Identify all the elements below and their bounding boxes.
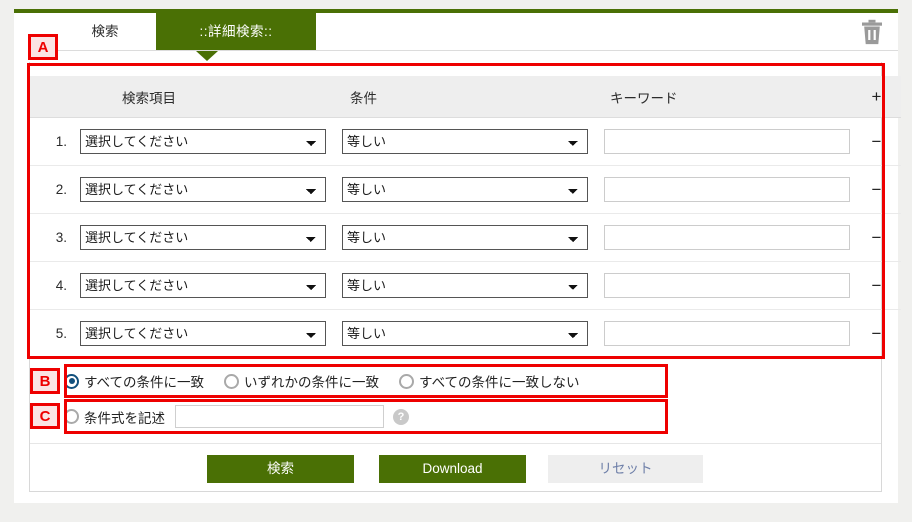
- expression-mode-option[interactable]: 条件式を記述: [64, 407, 165, 427]
- condition-select[interactable]: 等しい: [342, 273, 588, 298]
- criteria-table: 検索項目 条件 キーワード + 1. 選択してください 等しい −2. 選択してください…: [30, 76, 901, 358]
- field-select[interactable]: 選択してください: [80, 225, 326, 250]
- match-mode-option-all-label: すべての条件に一致: [84, 375, 205, 390]
- field-select[interactable]: 選択してください: [80, 129, 326, 154]
- row-number: 2.: [30, 165, 80, 214]
- cell-field: 選択してください: [80, 309, 342, 358]
- cell-remove: −: [852, 213, 901, 262]
- match-mode-option-all[interactable]: すべての条件に一致: [64, 371, 204, 391]
- remove-row-button[interactable]: −: [872, 325, 882, 342]
- col-header-field: 検索項目: [80, 76, 342, 118]
- condition-select[interactable]: 等しい: [342, 129, 588, 154]
- table-row: 1. 選択してください 等しい −: [30, 118, 901, 166]
- tab-simple-search[interactable]: 検索: [56, 13, 154, 51]
- cell-keyword: [604, 165, 852, 214]
- table-row: 3. 選択してください 等しい −: [30, 213, 901, 262]
- cell-keyword: [604, 261, 852, 310]
- remove-row-button[interactable]: −: [872, 181, 882, 198]
- table-row: 4. 選択してください 等しい −: [30, 261, 901, 310]
- keyword-input[interactable]: [604, 177, 850, 202]
- keyword-input[interactable]: [604, 129, 850, 154]
- match-mode-option-none[interactable]: すべての条件に一致しない: [399, 371, 580, 391]
- remove-row-button[interactable]: −: [872, 133, 882, 150]
- match-mode-option-any[interactable]: いずれかの条件に一致: [224, 371, 379, 391]
- cell-condition: 等しい: [342, 165, 604, 214]
- field-select[interactable]: 選択してください: [80, 273, 326, 298]
- row-number: 4.: [30, 261, 80, 310]
- tab-bar-divider: [29, 50, 898, 51]
- cell-field: 選択してください: [80, 261, 342, 310]
- cell-condition: 等しい: [342, 118, 604, 166]
- field-select[interactable]: 選択してください: [80, 177, 326, 202]
- remove-row-button[interactable]: −: [872, 229, 882, 246]
- table-row: 5. 選択してください 等しい −: [30, 309, 901, 358]
- remove-row-button[interactable]: −: [872, 277, 882, 294]
- add-row-button[interactable]: +: [872, 88, 882, 105]
- match-mode-radio-group: すべての条件に一致 いずれかの条件に一致 すべての条件に一致しない: [64, 366, 668, 396]
- cell-keyword: [604, 213, 852, 262]
- radio-icon-match-all[interactable]: [64, 373, 79, 389]
- tab-bar: 検索 ::詳細検索::: [29, 13, 898, 51]
- action-button-row: 検索 Download リセット: [30, 443, 881, 493]
- radio-icon-match-any[interactable]: [224, 373, 240, 389]
- tab-detailed-search[interactable]: ::詳細検索::: [156, 13, 316, 51]
- expression-mode-label: 条件式を記述: [84, 410, 165, 426]
- radio-icon-match-none[interactable]: [399, 373, 415, 389]
- row-number: 1.: [55, 134, 67, 149]
- radio-icon-expression[interactable]: [64, 409, 79, 424]
- cell-condition: 等しい: [342, 261, 604, 310]
- expression-input[interactable]: [175, 405, 384, 428]
- keyword-input[interactable]: [604, 321, 850, 347]
- col-header-number: [30, 76, 80, 118]
- keyword-input[interactable]: [604, 225, 850, 250]
- match-mode-option-any-label: いずれかの条件に一致: [244, 375, 380, 390]
- expression-mode-row: 条件式を記述 ?: [64, 401, 668, 432]
- active-tab-pointer-icon: [196, 51, 218, 61]
- download-button[interactable]: Download: [379, 454, 526, 483]
- row-number: 3.: [30, 213, 80, 262]
- search-button[interactable]: 検索: [207, 454, 354, 483]
- cell-keyword: [604, 309, 852, 358]
- criteria-table-header-row: 検索項目 条件 キーワード +: [30, 76, 901, 118]
- match-mode-option-none-label: すべての条件に一致しない: [419, 375, 580, 390]
- col-header-add: +: [852, 76, 901, 118]
- help-icon[interactable]: ?: [393, 408, 409, 425]
- row-number: 5.: [30, 309, 80, 358]
- cell-remove: −: [852, 309, 901, 358]
- cell-remove: −: [852, 261, 901, 310]
- cell-condition: 等しい: [342, 309, 604, 358]
- table-row: 2. 選択してください 等しい −: [30, 165, 901, 214]
- reset-button[interactable]: リセット: [548, 454, 703, 483]
- field-select[interactable]: 選択してください: [80, 321, 326, 347]
- col-header-keyword: キーワード: [604, 76, 852, 118]
- trash-icon[interactable]: [861, 19, 883, 45]
- cell-field: 選択してください: [80, 165, 342, 214]
- cell-remove: −: [852, 118, 901, 166]
- cell-field: 選択してください: [80, 118, 342, 166]
- cell-keyword: [604, 118, 852, 166]
- keyword-input[interactable]: [604, 273, 850, 298]
- col-header-condition: 条件: [342, 76, 604, 118]
- condition-select[interactable]: 等しい: [342, 321, 588, 347]
- cell-field: 選択してください: [80, 213, 342, 262]
- cell-condition: 等しい: [342, 213, 604, 262]
- condition-select[interactable]: 等しい: [342, 177, 588, 202]
- cell-remove: −: [852, 165, 901, 214]
- tab-simple-search-label: 検索: [91, 24, 119, 39]
- condition-select[interactable]: 等しい: [342, 225, 588, 250]
- tab-detailed-search-label: ::詳細検索::: [199, 24, 273, 39]
